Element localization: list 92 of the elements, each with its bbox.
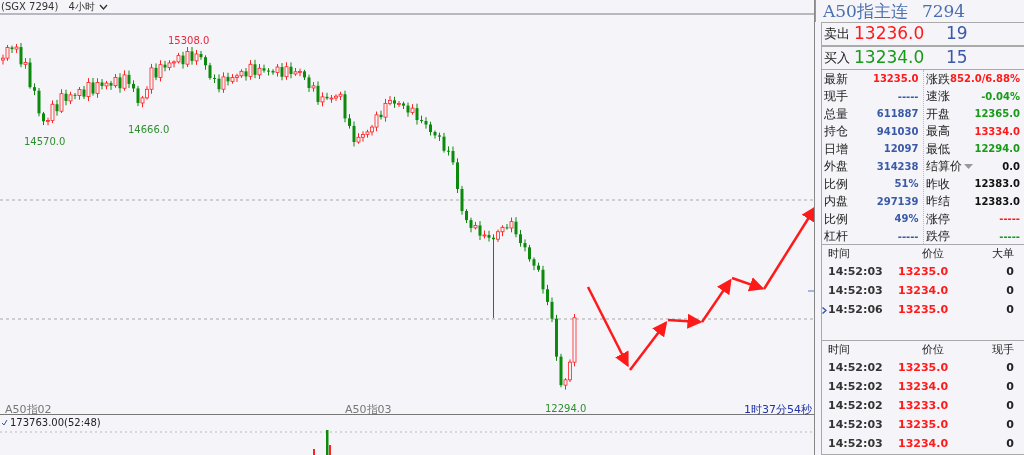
bid-price: 13234.0 bbox=[854, 46, 926, 70]
time-cell-text: 14:52:02 bbox=[828, 360, 884, 377]
stat-value: 13334.0 bbox=[974, 124, 1020, 139]
stat-label: 总量 bbox=[824, 105, 848, 123]
ask-price: 13236.0 bbox=[854, 22, 926, 46]
stat-label: 杠杆 bbox=[824, 228, 848, 246]
stat-value: 13235.0 bbox=[872, 72, 919, 87]
column-header: 价位 bbox=[921, 341, 945, 358]
stat-label: 内盘 bbox=[824, 193, 848, 211]
ask-size: 19 bbox=[946, 22, 968, 46]
stat-label: 现手 bbox=[824, 88, 848, 106]
amount-cell-text: 0 bbox=[1005, 264, 1014, 281]
price-cell-text: 13235.0 bbox=[898, 417, 950, 434]
time-cell-text: 14:52:02 bbox=[828, 379, 884, 396]
stat-value: -0.04% bbox=[981, 89, 1020, 104]
stat-label: 持仓 bbox=[824, 123, 848, 141]
price-label: 14666.0 bbox=[128, 124, 170, 135]
stat-value: 852.0/6.88% bbox=[950, 72, 1020, 87]
price-cell-text: 13235.0 bbox=[898, 264, 950, 281]
price-cell-text: 13234.0 bbox=[898, 379, 950, 396]
stat-value: 12365.0 bbox=[974, 107, 1020, 122]
price-cell-text: 13235.0 bbox=[898, 360, 950, 377]
amount-cell-text: 0 bbox=[1005, 283, 1014, 300]
stat-value: 51% bbox=[894, 177, 919, 192]
quote-title: A50指主连 bbox=[823, 0, 908, 22]
time-cell-text: 14:52:02 bbox=[828, 398, 884, 415]
stat-value: ----- bbox=[999, 212, 1020, 227]
volume-bars-drawing bbox=[313, 430, 331, 455]
column-header: 价位 bbox=[921, 245, 945, 262]
stat-label: 比例 bbox=[824, 175, 848, 193]
time-cell-text: 14:52:03 bbox=[828, 417, 884, 434]
caret-icon bbox=[98, 3, 108, 10]
stat-label: 最低 bbox=[925, 140, 950, 158]
stat-label: 涨跌 bbox=[925, 70, 950, 88]
column-header: 现手 bbox=[991, 341, 1014, 358]
stat-value: 12383.0 bbox=[974, 194, 1020, 209]
stat-value: 314238 bbox=[876, 159, 919, 174]
price-label: 15308.0 bbox=[168, 35, 210, 46]
stat-value: ----- bbox=[999, 229, 1020, 244]
amount-cell-text: 0 bbox=[1005, 302, 1014, 319]
price-label: 12294.0 bbox=[545, 403, 587, 414]
stat-value: ----- bbox=[897, 89, 919, 104]
stat-label: 跌停 bbox=[925, 228, 950, 246]
stat-label: 速涨 bbox=[925, 88, 950, 106]
column-header: 时间 bbox=[828, 341, 851, 358]
caret-icon[interactable] bbox=[963, 163, 973, 169]
stat-label: 最新 bbox=[824, 70, 848, 88]
symbol-label: (SGX 7294) bbox=[1, 0, 59, 13]
price-cell-text: 13235.0 bbox=[898, 302, 950, 319]
bid-size: 15 bbox=[946, 46, 968, 70]
column-header: 大单 bbox=[991, 245, 1014, 262]
countdown-label: 1时37分54秒 bbox=[744, 403, 812, 415]
stat-label: 最高 bbox=[925, 123, 950, 141]
stat-label: 结算价 bbox=[925, 158, 962, 176]
time-cell-text: 14:52:03 bbox=[828, 264, 884, 281]
amount-cell-text: 0 bbox=[1005, 436, 1014, 453]
stat-label: 比例 bbox=[824, 210, 848, 228]
stat-label: 外盘 bbox=[824, 158, 848, 176]
check-icon bbox=[1, 419, 8, 426]
axis-label: A50指02 bbox=[5, 403, 52, 415]
amount-cell-text: 0 bbox=[1005, 398, 1014, 415]
stat-value: 12294.0 bbox=[974, 142, 1020, 157]
stat-value: 49% bbox=[894, 212, 919, 227]
time-cell-text: 14:52:03 bbox=[828, 283, 884, 300]
axis-label: A50指03 bbox=[345, 403, 392, 415]
price-cell-text: 13233.0 bbox=[898, 398, 950, 415]
stat-value: ----- bbox=[897, 229, 919, 244]
stat-value: 297139 bbox=[876, 194, 919, 209]
price-cell-text: 13234.0 bbox=[898, 283, 950, 300]
stat-value: 12097 bbox=[883, 142, 919, 157]
stat-value: 941030 bbox=[876, 124, 919, 139]
amount-cell-text: 0 bbox=[1005, 360, 1014, 377]
price-cell-text: 13234.0 bbox=[898, 436, 950, 453]
time-cell-text: 14:52:06 bbox=[828, 302, 884, 319]
stat-label: 日增 bbox=[824, 140, 848, 158]
stat-label: 昨收 bbox=[925, 175, 950, 193]
stat-value: 0.0 bbox=[1002, 159, 1020, 174]
amount-cell-text: 0 bbox=[1005, 379, 1014, 396]
stat-label: 涨停 bbox=[925, 210, 950, 228]
price-label: 14570.0 bbox=[24, 136, 66, 147]
volume-reading: 173763.00(52:48) bbox=[10, 417, 101, 428]
stat-label: 开盘 bbox=[925, 105, 950, 123]
ask-label: 卖出 bbox=[823, 25, 851, 44]
stat-label: 昨结 bbox=[925, 193, 950, 211]
amount-cell-text: 0 bbox=[1005, 417, 1014, 434]
period-dropdown[interactable]: 4小时 bbox=[68, 0, 108, 13]
column-header: 时间 bbox=[828, 245, 851, 262]
stat-value: 611887 bbox=[876, 107, 919, 122]
bid-label: 买入 bbox=[823, 49, 851, 68]
quote-code: 7294 bbox=[921, 0, 966, 22]
time-cell-text: 14:52:03 bbox=[828, 436, 884, 453]
stat-value: 12383.0 bbox=[974, 177, 1020, 192]
